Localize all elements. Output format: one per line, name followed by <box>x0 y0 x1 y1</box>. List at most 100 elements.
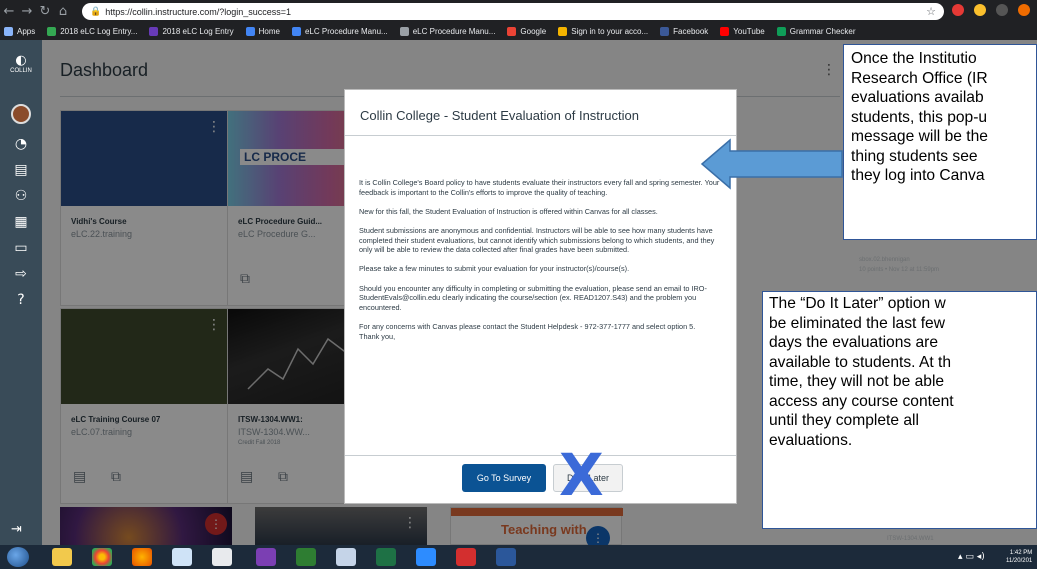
callout-line: students, this pop-u <box>851 108 988 126</box>
home-icon[interactable]: ⌂ <box>54 4 72 19</box>
bookmark-item[interactable]: Facebook <box>660 27 708 36</box>
bookmark-item[interactable]: Home <box>245 27 280 36</box>
word-icon[interactable] <box>496 548 516 566</box>
help-icon[interactable]: ? <box>9 290 33 310</box>
callout-line: until they complete all <box>769 412 919 429</box>
bookmark-item[interactable]: 2018 eLC Log Entry <box>149 27 234 36</box>
bookmark-icon <box>558 27 568 36</box>
callout-line: Research Office (IR <box>851 69 988 87</box>
modal-footer-divider <box>345 455 736 456</box>
bookmark-icon <box>507 27 517 36</box>
onenote-icon[interactable] <box>256 548 276 566</box>
bookmark-icon <box>291 27 301 36</box>
bookmark-icon <box>245 27 255 36</box>
bookmark-item[interactable]: Grammar Checker <box>776 27 856 36</box>
bookmark-label: 2018 eLC Log Entry <box>162 27 234 36</box>
modal-body: It is Collin College's Board policy to h… <box>359 178 725 446</box>
courses-icon[interactable]: ▤ <box>9 160 33 180</box>
calendar-icon[interactable]: ▦ <box>9 212 33 232</box>
bookmark-item[interactable]: Apps <box>4 27 35 36</box>
modal-paragraph: For any concerns with Canvas please cont… <box>359 321 696 341</box>
callout-line: available to students. At th <box>769 353 952 371</box>
callout-line: The “Do It Later” option w <box>769 295 946 312</box>
callout-line: message will be the <box>851 128 988 145</box>
reload-icon[interactable]: ↻ <box>36 4 54 19</box>
bookmark-item[interactable]: eLC Procedure Manu... <box>399 27 496 36</box>
back-icon[interactable]: ← <box>0 4 18 19</box>
inbox-icon[interactable]: ▭ <box>9 238 33 258</box>
file-explorer-icon[interactable] <box>52 548 72 566</box>
arrow-annotation <box>700 138 843 190</box>
callout-line: evaluations availab <box>851 89 984 106</box>
bookmark-label: Sign in to your acco... <box>571 27 649 36</box>
extension-icons <box>952 4 1030 16</box>
modal-divider <box>345 135 736 136</box>
excel-icon[interactable] <box>376 548 396 566</box>
extension-icon[interactable] <box>996 4 1008 16</box>
clock-time: 1:42 PM <box>1009 550 1033 556</box>
global-navigation: ◐ COLLIN ◔ ▤ ⚇ ▦ ▭ ⇨ ? ⇥ <box>0 40 42 545</box>
dashboard-icon[interactable]: ◔ <box>9 134 33 154</box>
bookmark-label: 2018 eLC Log Entry... <box>60 27 138 36</box>
pdf-icon[interactable] <box>456 548 476 566</box>
annotation-callout-popup: Once the Institutio Research Office (IR ev… <box>843 44 1037 240</box>
callout-line: they log into Canva <box>851 167 985 184</box>
callout-line: be eliminated the last few <box>769 314 945 332</box>
modal-paragraph: Please take a few minutes to submit your… <box>359 264 630 274</box>
account-avatar[interactable] <box>11 104 31 124</box>
bookmark-label: Facebook <box>673 27 709 36</box>
app-icon[interactable] <box>296 548 316 566</box>
callout-line: thing students see <box>851 147 978 165</box>
zoom-icon[interactable] <box>416 548 436 566</box>
chrome-icon[interactable] <box>92 548 112 566</box>
extension-icon[interactable] <box>952 4 964 16</box>
bookmark-item[interactable]: eLC Procedure Manu... <box>291 27 388 36</box>
app-icon[interactable] <box>212 548 232 566</box>
evaluation-modal: Collin College - Student Evaluation of I… <box>344 89 737 504</box>
logo-icon: ◐ <box>15 53 27 68</box>
bookmark-label: Google <box>520 27 547 36</box>
modal-paragraph: Should you encounter any difficulty in c… <box>359 283 707 312</box>
collapse-nav-icon[interactable]: ⇥ <box>11 522 22 537</box>
bookmark-label: eLC Procedure Manu... <box>412 27 496 36</box>
bookmarks-bar: Apps 2018 eLC Log Entry... 2018 eLC Log En… <box>0 23 1037 40</box>
bookmark-item[interactable]: 2018 eLC Log Entry... <box>47 27 137 36</box>
commons-icon[interactable]: ⇨ <box>9 264 33 284</box>
lock-icon: 🔒 <box>90 6 102 17</box>
groups-icon[interactable]: ⚇ <box>9 186 33 206</box>
bookmark-icon <box>399 27 409 36</box>
bookmark-icon <box>776 27 786 36</box>
x-mark-annotation: X <box>559 441 604 509</box>
modal-title: Collin College - Student Evaluation of I… <box>360 108 639 123</box>
go-to-survey-button[interactable]: Go To Survey <box>462 464 546 492</box>
callout-line: access any course content <box>769 392 954 410</box>
bookmark-label: Apps <box>17 27 36 36</box>
address-bar[interactable]: 🔒 https://collin.instructure.com/?login_… <box>82 3 944 20</box>
callout-line: days the evaluations are <box>769 334 939 351</box>
collin-logo[interactable]: ◐ COLLIN <box>8 54 34 76</box>
bookmark-star-icon[interactable]: ☆ <box>926 5 936 18</box>
forward-icon[interactable]: → <box>18 4 36 19</box>
start-button[interactable] <box>7 547 29 567</box>
modal-paragraph: New for this fall, the Student Evaluatio… <box>359 206 658 216</box>
profile-icon[interactable] <box>1018 4 1030 16</box>
modal-paragraph: It is Collin College's Board policy to h… <box>359 178 720 197</box>
firefox-icon[interactable] <box>132 548 152 566</box>
bookmark-label: eLC Procedure Manu... <box>304 27 388 36</box>
taskbar-clock[interactable]: 1:42 PM 11/20/201 <box>1006 549 1032 565</box>
extension-icon[interactable] <box>974 4 986 16</box>
app-icon[interactable] <box>172 548 192 566</box>
logo-text: COLLIN <box>10 68 32 74</box>
app-icon[interactable] <box>336 548 356 566</box>
bookmark-label: Home <box>258 27 280 36</box>
windows-taskbar: ▴ ▭ ◂) 1:42 PM 11/20/201 <box>0 545 1037 569</box>
bookmark-icon <box>47 27 57 36</box>
address-url: https://collin.instructure.com/?login_su… <box>105 6 292 17</box>
bookmark-item[interactable]: Google <box>507 27 546 36</box>
bookmark-label: YouTube <box>733 27 765 36</box>
bookmark-icon <box>720 27 730 36</box>
system-tray-icons[interactable]: ▴ ▭ ◂) <box>958 552 985 562</box>
bookmark-icon <box>4 27 13 36</box>
bookmark-item[interactable]: YouTube <box>720 27 765 36</box>
bookmark-item[interactable]: Sign in to your acco... <box>558 27 648 36</box>
